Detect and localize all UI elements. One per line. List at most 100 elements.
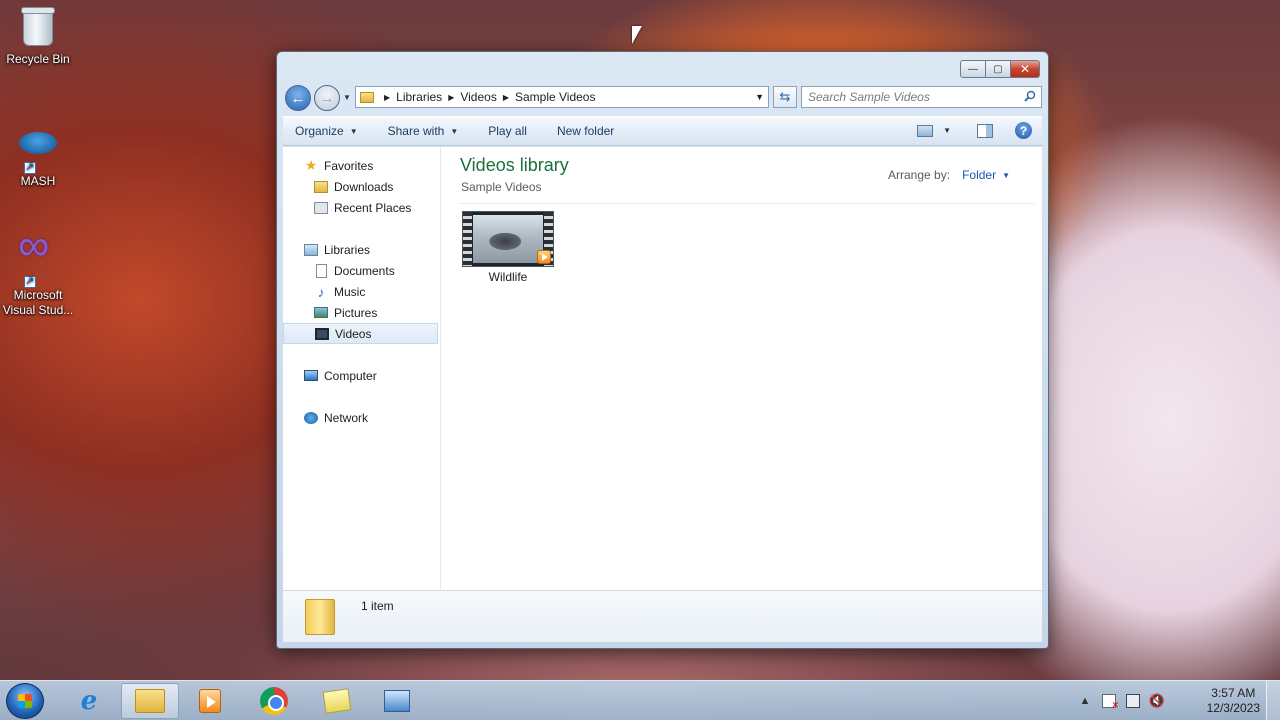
nav-item-documents[interactable]: Documents xyxy=(283,260,440,281)
arrow-left-icon: ← xyxy=(290,89,306,107)
details-pane: 1 item xyxy=(283,590,1042,642)
network-status-icon[interactable] xyxy=(1126,694,1140,708)
network-icon xyxy=(303,410,319,425)
forward-button[interactable]: → xyxy=(314,85,340,111)
maximize-button[interactable]: ▢ xyxy=(986,60,1010,78)
show-desktop-button[interactable] xyxy=(1266,681,1280,720)
clock-date: 12/3/2023 xyxy=(1206,701,1260,715)
arrow-right-icon: → xyxy=(319,89,335,107)
start-button[interactable] xyxy=(6,683,44,719)
play-badge-icon xyxy=(537,250,551,264)
nav-item-network[interactable]: Network xyxy=(283,407,440,428)
taskbar-windows-explorer[interactable] xyxy=(121,683,179,719)
organize-button[interactable]: Organize ▼ xyxy=(295,124,358,138)
file-name: Wildlife xyxy=(488,270,528,284)
taskbar-internet-explorer[interactable]: e xyxy=(60,683,118,719)
mouse-cursor-icon xyxy=(632,26,642,44)
recent-pages-dropdown[interactable]: ▼ xyxy=(343,93,351,102)
computer-icon xyxy=(303,368,319,383)
taskbar-media-player[interactable] xyxy=(181,683,239,719)
folder-icon xyxy=(305,599,335,635)
nav-label: Network xyxy=(324,410,369,425)
nav-item-computer[interactable]: Computer xyxy=(283,365,440,386)
command-bar: Organize ▼ Share with ▼ Play all New folde… xyxy=(283,116,1042,146)
explorer-window: — ▢ ✕ ← → ▼ ▶ Libraries ▶ Videos ▶ Sampl… xyxy=(276,51,1049,649)
desktop-icon-label: Recycle Bin xyxy=(6,52,70,66)
system-tray: ▲ 🔇 xyxy=(1078,681,1228,720)
nav-item-recent-places[interactable]: Recent Places xyxy=(283,197,440,218)
chevron-right-icon[interactable]: ▶ xyxy=(384,93,390,102)
sticky-notes-icon xyxy=(322,688,352,714)
nav-item-videos[interactable]: Videos xyxy=(283,323,438,344)
network-app-icon xyxy=(384,690,410,712)
mash-app-icon xyxy=(18,132,58,175)
show-hidden-icons-button[interactable]: ▲ xyxy=(1078,694,1092,708)
arrange-by-label: Arrange by: xyxy=(888,168,951,182)
desktop-icon-recycle-bin[interactable]: Recycle Bin xyxy=(0,7,76,67)
nav-label: Music xyxy=(334,284,366,299)
address-history-dropdown[interactable]: ▼ xyxy=(755,92,764,102)
preview-pane-icon[interactable] xyxy=(977,123,993,138)
taskbar-clock[interactable]: 3:57 AM 12/3/2023 xyxy=(1207,686,1260,716)
file-item-wildlife[interactable]: Wildlife xyxy=(460,211,556,284)
nav-label: Favorites xyxy=(324,158,374,173)
desktop-icon-mash[interactable]: MASH xyxy=(0,124,76,189)
caret-down-icon: ▼ xyxy=(1002,170,1010,180)
taskbar: e ▲ 🔇 3:57 AM 12/3/2023 xyxy=(0,680,1280,720)
caret-down-icon: ▼ xyxy=(349,126,358,136)
volume-muted-icon[interactable]: 🔇 xyxy=(1149,693,1165,708)
play-all-button[interactable]: Play all xyxy=(488,124,527,138)
taskbar-sticky-notes[interactable] xyxy=(308,683,366,719)
nav-item-libraries[interactable]: Libraries xyxy=(283,239,440,260)
address-bar[interactable]: ▶ Libraries ▶ Videos ▶ Sample Videos ▼ xyxy=(355,86,769,108)
nav-label: Pictures xyxy=(334,305,378,320)
explorer-body: ★ Favorites Downloads Recent Places Libra… xyxy=(283,147,1042,590)
nav-item-downloads[interactable]: Downloads xyxy=(283,176,440,197)
arrange-by-value: Folder xyxy=(962,168,997,182)
new-folder-button[interactable]: New folder xyxy=(557,124,614,138)
breadcrumb-videos[interactable]: Videos xyxy=(460,90,496,104)
nav-label: Videos xyxy=(335,326,372,341)
taskbar-chrome[interactable] xyxy=(245,683,303,719)
help-icon[interactable]: ? xyxy=(1015,122,1032,139)
star-icon: ★ xyxy=(304,157,318,173)
search-icon[interactable] xyxy=(1024,90,1036,102)
back-button[interactable]: ← xyxy=(285,85,311,111)
change-view-icon[interactable] xyxy=(917,124,934,137)
recycle-bin-icon xyxy=(18,7,58,50)
recent-places-icon xyxy=(313,200,329,215)
view-options-dropdown[interactable]: ▼ xyxy=(943,126,951,135)
library-subtitle: Sample Videos xyxy=(461,180,542,194)
video-thumbnail-icon xyxy=(462,211,554,267)
chevron-right-icon[interactable]: ▶ xyxy=(503,93,509,102)
downloads-folder-icon xyxy=(313,179,329,194)
nav-item-pictures[interactable]: Pictures xyxy=(283,302,440,323)
desktop-icon-label: MASH xyxy=(20,174,56,188)
taskbar-network-app[interactable] xyxy=(368,683,426,719)
arrange-by-dropdown[interactable]: Folder ▼ xyxy=(962,168,1010,182)
documents-icon xyxy=(313,263,329,278)
desktop-icon-label: Microsoft Visual Stud... xyxy=(2,288,74,317)
folder-icon xyxy=(360,91,374,103)
refresh-button[interactable]: ⇆ xyxy=(773,86,797,108)
breadcrumb-sample-videos[interactable]: Sample Videos xyxy=(515,90,596,104)
caret-down-icon: ▼ xyxy=(450,126,459,136)
action-center-flag-icon[interactable] xyxy=(1102,694,1119,711)
breadcrumb-libraries[interactable]: Libraries xyxy=(396,90,442,104)
close-button[interactable]: ✕ xyxy=(1010,60,1040,78)
chrome-icon xyxy=(260,687,288,715)
chevron-right-icon[interactable]: ▶ xyxy=(448,93,454,102)
share-with-button[interactable]: Share with ▼ xyxy=(388,124,459,138)
minimize-button[interactable]: — xyxy=(960,60,986,78)
search-box xyxy=(801,86,1042,108)
address-row: ← → ▼ ▶ Libraries ▶ Videos ▶ Sample Vide… xyxy=(285,85,1042,111)
search-input[interactable] xyxy=(802,87,1012,107)
desktop-icon-visual-studio[interactable]: Microsoft Visual Stud... xyxy=(0,238,76,318)
music-note-icon: ♪ xyxy=(317,283,325,300)
organize-label: Organize xyxy=(295,124,344,138)
nav-item-music[interactable]: ♪ Music xyxy=(283,281,440,302)
pictures-icon xyxy=(313,305,329,320)
divider xyxy=(460,203,1034,204)
internet-explorer-icon: e xyxy=(80,686,98,716)
nav-item-favorites[interactable]: ★ Favorites xyxy=(283,155,440,176)
